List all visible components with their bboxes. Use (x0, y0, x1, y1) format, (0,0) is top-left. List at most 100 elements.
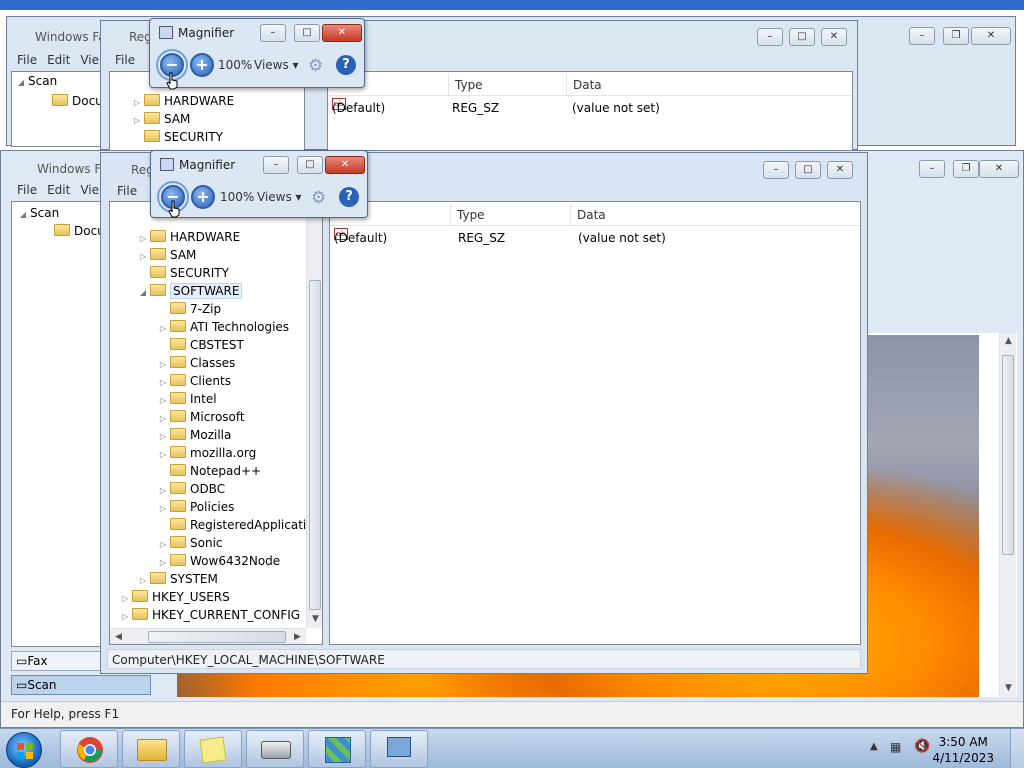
fax-preview-scrollbar[interactable]: ▲ ▼ (999, 333, 1016, 697)
volume-muted-icon[interactable]: 🔇 (914, 739, 930, 754)
top-zoom-in-button[interactable]: + (190, 53, 214, 77)
tree-item-security[interactable]: SECURITY (136, 264, 229, 282)
top-value-row[interactable]: ab (Default) REG_SZ (value not set) (332, 98, 852, 118)
show-desktop-button[interactable] (1010, 729, 1024, 768)
tree-item-clients[interactable]: ▷ Clients (156, 372, 231, 390)
magnifier-close-button[interactable]: ✕ (325, 156, 365, 174)
views-dropdown[interactable]: Views ▾ (257, 190, 302, 204)
tree-item-intel[interactable]: ▷ Intel (156, 390, 217, 408)
top-fax-menu-view[interactable]: Vie (80, 53, 99, 67)
top-fax-tree: ◢ Scan Docu (11, 71, 105, 147)
tree-item-hkey-users[interactable]: ▷ HKEY_USERS (118, 588, 230, 606)
fax-menu-view[interactable]: Vie (80, 183, 99, 197)
tree-item-mozilla[interactable]: ▷ Mozilla (156, 426, 231, 444)
top-col-type[interactable]: Type (448, 74, 483, 96)
tree-item-software[interactable]: ◢ SOFTWARE (136, 282, 243, 302)
taskbar-regedit[interactable] (308, 730, 366, 768)
top-fax-tree-scan[interactable]: Scan (28, 74, 57, 88)
top-magnifier-close-button[interactable]: ✕ (322, 24, 362, 42)
tree-item-label: Mozilla (190, 428, 232, 442)
tree-vertical-scrollbar[interactable]: ▲ ▼ (306, 202, 322, 628)
folder-icon (170, 482, 186, 494)
tree-item-label: SAM (170, 248, 197, 262)
col-type[interactable]: Type (450, 204, 485, 226)
top-reg-menu-file[interactable]: File (115, 53, 135, 67)
taskbar-explorer[interactable] (122, 730, 180, 768)
top-gear-icon[interactable]: ⚙ (308, 56, 323, 76)
tree-item-sam[interactable]: ▷ SAM (136, 246, 196, 264)
tree-item-sonic[interactable]: ▷ Sonic (156, 534, 223, 552)
start-button[interactable] (6, 732, 42, 768)
magnifier-help-icon[interactable]: ? (339, 187, 359, 207)
top-reg-minimize-button[interactable]: – (757, 28, 783, 46)
tree-item-7-zip[interactable]: 7-Zip (156, 300, 221, 318)
fax-restore-button[interactable]: ❐ (953, 160, 979, 178)
regedit-maximize-button[interactable]: □ (795, 161, 821, 179)
tree-item-hardware[interactable]: ▷ HARDWARE (136, 228, 240, 246)
magnifier-options-gear-icon[interactable]: ⚙ (311, 188, 326, 208)
tree-item-odbc[interactable]: ▷ ODBC (156, 480, 225, 498)
tree-item-notepad-[interactable]: Notepad++ (156, 462, 261, 480)
taskbar-magnifier[interactable] (370, 730, 428, 768)
tree-item-label: HKEY_USERS (152, 590, 230, 604)
tree-item-classes[interactable]: ▷ Classes (156, 354, 235, 372)
show-hidden-icons-icon[interactable]: ▲ (870, 741, 878, 752)
regedit-close-button[interactable]: ✕ (827, 161, 853, 179)
fax-minimize-button[interactable]: – (919, 160, 945, 178)
tree-item-hkey-current-config[interactable]: ▷ HKEY_CURRENT_CONFIG (118, 606, 300, 624)
scroll-thumb[interactable] (1002, 355, 1014, 555)
tree-item-microsoft[interactable]: ▷ Microsoft (156, 408, 245, 426)
magnifier-minimize-button[interactable]: – (263, 156, 289, 174)
top-reg-tree-hardware[interactable]: HARDWARE (164, 94, 234, 108)
top-fax-minimize-button[interactable]: – (909, 27, 935, 45)
top-fax-close-button[interactable]: ✕ (971, 27, 1011, 45)
top-reg-tree-security[interactable]: SECURITY (164, 130, 223, 144)
fax-close-button[interactable]: ✕ (979, 160, 1019, 178)
folder-icon (132, 608, 148, 620)
folder-icon (170, 428, 186, 440)
folder-icon (132, 590, 148, 602)
regedit-menu-file[interactable]: File (117, 184, 137, 198)
tree-item-ati-technologies[interactable]: ▷ ATI Technologies (156, 318, 289, 336)
tree-item-mozilla-org[interactable]: ▷ mozilla.org (156, 444, 256, 462)
magnifier-maximize-button[interactable]: □ (297, 156, 323, 174)
taskbar-chrome[interactable] (60, 730, 118, 768)
top-reg-close-button[interactable]: ✕ (821, 28, 847, 46)
value-row[interactable]: ab (Default) REG_SZ (value not set) (334, 228, 858, 248)
top-magnifier-maximize-button[interactable]: □ (294, 24, 320, 42)
fax-tree-scan[interactable]: Scan (30, 206, 59, 220)
collapse-arrow-icon[interactable]: ◢ (136, 284, 150, 302)
top-col-data[interactable]: Data (566, 74, 602, 96)
regedit-minimize-button[interactable]: – (763, 161, 789, 179)
top-reg-tree-sam[interactable]: SAM (164, 112, 190, 126)
tree-item-system[interactable]: ▷ SYSTEM (136, 570, 218, 588)
tree-item-wow6432node[interactable]: ▷ Wow6432Node (156, 552, 280, 570)
zoom-in-button[interactable]: + (191, 185, 215, 209)
top-help-icon[interactable]: ? (336, 55, 356, 75)
top-reg-maximize-button[interactable]: □ (789, 28, 815, 46)
scroll-thumb[interactable] (309, 280, 321, 610)
fax-menu-file[interactable]: File (17, 183, 37, 197)
tree-item-label: Wow6432Node (190, 554, 281, 568)
taskbar-fax-scan[interactable] (246, 730, 304, 768)
tree-item-registeredapplications[interactable]: RegisteredApplications (156, 516, 322, 534)
top-fax-menu-edit[interactable]: Edit (47, 53, 70, 67)
top-fax-menu-file[interactable]: File (17, 53, 37, 67)
sticky-notes-icon (199, 736, 227, 764)
top-fax-tree-docu[interactable]: Docu (72, 94, 103, 108)
tree-item-policies[interactable]: ▷ Policies (156, 498, 234, 516)
taskbar-sticky-notes[interactable] (184, 730, 242, 768)
fax-nav-scan[interactable]: ▭Scan (11, 675, 151, 695)
clock[interactable]: 3:50 AM 4/11/2023 (932, 734, 994, 766)
network-icon[interactable]: ▦ (890, 740, 901, 754)
top-views-dropdown[interactable]: Views ▾ (254, 58, 299, 72)
top-magnifier-minimize-button[interactable]: – (260, 24, 286, 42)
scroll-thumb[interactable] (148, 631, 286, 643)
tree-item-cbstest[interactable]: CBSTEST (156, 336, 244, 354)
fax-menu-edit[interactable]: Edit (47, 183, 70, 197)
col-data[interactable]: Data (570, 204, 606, 226)
top-fax-restore-button[interactable]: ❐ (943, 27, 969, 45)
tree-horizontal-scrollbar[interactable]: ◀ ▶ (110, 628, 306, 644)
windows-logo-icon (17, 743, 33, 759)
expand-arrow-icon[interactable]: ▷ (118, 608, 132, 626)
